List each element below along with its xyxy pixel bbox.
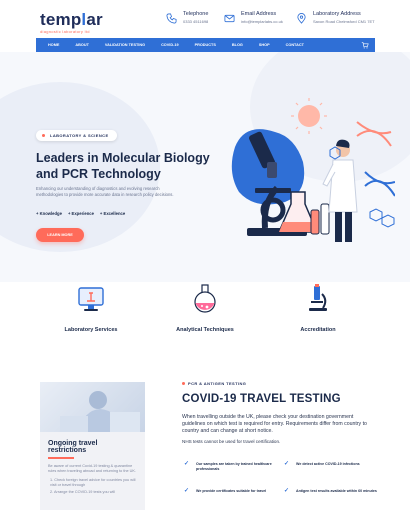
check-icon: ✓ bbox=[284, 461, 290, 467]
nav-item-validation-testing[interactable]: Validation Testing bbox=[105, 43, 145, 47]
sun-illustration bbox=[291, 98, 327, 134]
phone-icon bbox=[166, 13, 177, 24]
hero-badge: LABORATORY & SCIENCE bbox=[36, 130, 117, 141]
feature-item: ✓ We detect active COVID-19 infections bbox=[284, 461, 360, 467]
service-label: Accreditation bbox=[300, 327, 336, 333]
check-icon: ✓ bbox=[284, 488, 290, 494]
address-label: Laboratory Address bbox=[313, 11, 361, 17]
service-label: Laboratory Services bbox=[64, 327, 118, 333]
services-section: Laboratory Services Analytical Technique… bbox=[0, 282, 410, 352]
nav-item-home[interactable]: Home bbox=[48, 43, 59, 47]
contact-telephone: Telephone 0333 4511698 bbox=[166, 11, 208, 24]
feature-item: ✓ Our samples are taken by trained health… bbox=[184, 461, 272, 472]
telephone-value[interactable]: 0333 4511698 bbox=[183, 19, 208, 24]
tag-excellence: + Excellence bbox=[99, 211, 126, 216]
check-icon: ✓ bbox=[184, 488, 190, 494]
main-navigation: Home About Validation Testing Covid-19 P… bbox=[36, 38, 375, 52]
check-icon: ✓ bbox=[184, 461, 190, 467]
nav-item-about[interactable]: About bbox=[75, 43, 89, 47]
envelope-icon bbox=[224, 14, 235, 23]
nav-item-contact[interactable]: Contact bbox=[286, 43, 304, 47]
nav-item-products[interactable]: Products bbox=[195, 43, 216, 47]
covid-section-tag: PCR & ANTIGEN TESTING bbox=[182, 381, 246, 386]
email-label: Email Address bbox=[241, 11, 277, 17]
flask-icon bbox=[194, 284, 216, 313]
service-accreditation[interactable]: Accreditation bbox=[268, 282, 368, 333]
feature-item: ✓ Antigen test results available within 6… bbox=[284, 488, 377, 494]
nav-item-blog[interactable]: Blog bbox=[232, 43, 243, 47]
title-underline bbox=[48, 457, 74, 459]
service-label: Analytical Techniques bbox=[176, 327, 234, 333]
telephone-label: Telephone bbox=[183, 11, 209, 17]
site-header: templar diagnostic laboratory ltd Teleph… bbox=[0, 0, 410, 38]
learn-more-button[interactable]: LEARN MORE bbox=[36, 228, 84, 242]
sidebar-title: Ongoing travel restrictions bbox=[48, 440, 98, 454]
sidebar-text: Be aware of current Covid-19 testing & q… bbox=[48, 463, 137, 473]
email-value[interactable]: info@templarlabs.co.uk bbox=[241, 19, 283, 24]
covid-feature-list: ✓ Our samples are taken by trained health… bbox=[182, 456, 378, 510]
laboratory-illustration bbox=[231, 98, 395, 242]
covid-section-title: COVID-19 TRAVEL TESTING bbox=[182, 393, 341, 405]
tag-knowledge: + Knowledge bbox=[36, 211, 62, 216]
service-analytical-techniques[interactable]: Analytical Techniques bbox=[155, 282, 255, 333]
nav-item-shop[interactable]: Shop bbox=[259, 43, 270, 47]
hero-title: Leaders in Molecular Biology and PCR Tec… bbox=[36, 151, 210, 181]
hero-tags: + Knowledge + Experience + Excellence bbox=[36, 211, 125, 216]
dna-illustration bbox=[356, 121, 395, 197]
hero-description: Enhancing our understanding of diagnosti… bbox=[36, 186, 174, 197]
service-laboratory-services[interactable]: Laboratory Services bbox=[41, 282, 141, 333]
lab-photo bbox=[40, 382, 145, 432]
contact-address: Laboratory Address Saxon Road Chelmsford… bbox=[296, 11, 375, 24]
list-item: 1. Check foreign travel advice for count… bbox=[50, 477, 136, 488]
list-item: 2. Arrange the COVID-19 tests you will bbox=[50, 490, 115, 495]
tag-experience: + Experience bbox=[67, 211, 94, 216]
microscope-icon bbox=[309, 284, 327, 311]
cart-icon[interactable] bbox=[361, 41, 369, 49]
address-value: Saxon Road Chelmsford CM1 7ET bbox=[313, 19, 375, 24]
logo-wordmark: templar bbox=[40, 10, 103, 29]
sidebar-list: 1. Check foreign travel advice for count… bbox=[48, 478, 137, 496]
travel-restrictions-box: Ongoing travel restrictions Be aware of … bbox=[40, 432, 145, 510]
covid-section-note: NHS tests cannot be used for travel cert… bbox=[182, 439, 281, 444]
site-logo[interactable]: templar diagnostic laboratory ltd bbox=[40, 10, 103, 34]
nav-item-covid-19[interactable]: Covid-19 bbox=[161, 43, 179, 47]
feature-item: ✓ We provide certificates suitable for tr… bbox=[184, 488, 267, 494]
microscope-monitor-icon bbox=[78, 287, 104, 311]
contact-email: Email Address info@templarlabs.co.uk bbox=[224, 11, 283, 24]
covid-section-text: When travelling outside the UK, please c… bbox=[182, 414, 367, 434]
location-pin-icon bbox=[297, 13, 306, 24]
